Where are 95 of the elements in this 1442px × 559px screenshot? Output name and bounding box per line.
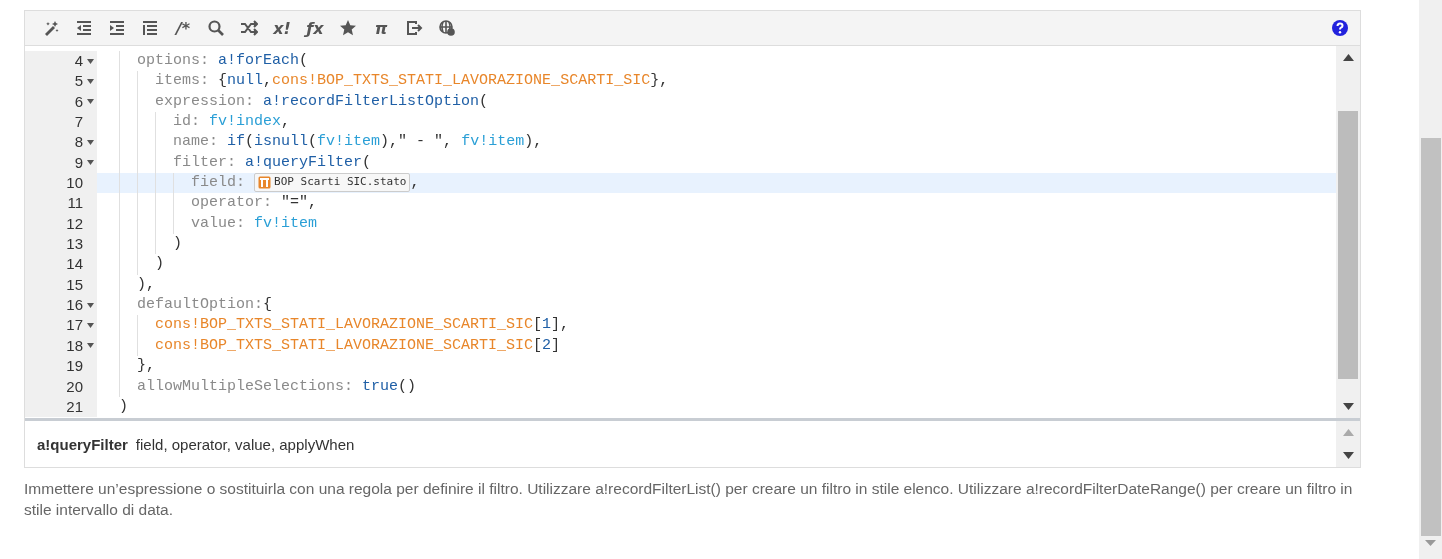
code-token: cons!BOP_TXTS_STATI_LAVORAZIONE_SCARTI_SIC [154,336,534,354]
scroll-down-icon[interactable] [1342,403,1354,410]
line-number: 14 [66,254,83,275]
fold-caret-icon[interactable] [86,99,94,105]
code-token: a!forEach [218,52,300,69]
line-number: 15 [66,274,83,295]
code-token: ] [551,336,561,354]
code-token: }, [650,72,669,90]
code-token: ( [308,133,318,151]
code-token: ) [118,397,128,415]
toolbar-button[interactable]: π [365,13,397,43]
code-token: if [227,133,246,151]
code-token: fv!item [461,133,525,151]
code-token: items: [154,72,210,90]
code-token: 2 [542,336,552,354]
fold-caret-icon[interactable] [86,302,94,308]
toolbar-button[interactable]: ƒx [299,13,331,43]
code-token: , [263,72,273,90]
code-token: 1 [542,316,552,334]
line-number: 10 [66,173,83,194]
help-icon[interactable] [1332,20,1349,36]
code-token: ], [551,316,570,334]
line-number: 11 [67,193,83,214]
fold-caret-icon[interactable] [86,323,94,329]
record-field-chip[interactable]: BOP Scarti SIC.stato [254,173,411,193]
code-token: true [362,377,399,395]
code-token: fv!item [254,214,318,232]
code-token: fv!item [317,133,381,151]
fold-caret-icon[interactable] [86,140,94,146]
table-icon [258,176,272,190]
help-text: Immettere un’espressione o sostituirla con una regola per definire il filtro. Utilizzare a!recordFilterList() per creare un filtro in stile elenco. Utilizzare a!recordFilterDateRange() per creare un filtro in stile intervallo di data. [24,479,1354,520]
code-token: options: [136,52,211,69]
code-token: operator: [190,194,273,212]
code-token: , [281,113,291,131]
code-token: cons!BOP_TXTS_STATI_LAVORAZIONE_SCARTI_SIC [272,72,651,90]
fold-caret-icon[interactable] [86,343,94,349]
scroll-up-icon[interactable] [1342,54,1354,61]
line-number: 21 [66,396,83,417]
line-number: 20 [66,376,83,397]
line-number: 7 [74,112,83,133]
code-token: , [410,174,420,192]
code-token: id: [172,113,202,131]
line-number: 5 [74,71,83,92]
fold-caret-icon[interactable] [86,160,94,166]
code-token: ( [479,92,489,110]
code-token: isnull [254,133,309,151]
code-token: ( [245,133,255,151]
code-token: }, [136,357,155,375]
code-token: a!recordFilterListOption [263,92,480,110]
code-token: { [263,296,273,314]
code-token: expression: [154,92,256,110]
toolbar-button[interactable]: x! [266,13,298,43]
line-number: 17 [66,315,83,336]
scroll-down-icon[interactable] [1342,452,1354,459]
code-token: ), [136,275,155,293]
code-token: cons!BOP_TXTS_STATI_LAVORAZIONE_SCARTI_SIC [154,316,534,334]
chip-label: BOP Scarti SIC.stato [274,174,407,191]
scrollbar-thumb[interactable] [1420,138,1441,536]
code-token: [ [533,336,543,354]
line-number: 18 [66,335,83,356]
code-token: allowMultipleSelections: [136,377,355,395]
line-number: 4 [74,51,83,71]
page-scrollbar[interactable] [1419,0,1442,559]
scrollbar[interactable] [1336,46,1361,418]
code-token: filter: [172,153,238,171]
code-token: ( [299,52,309,69]
toolbar-button[interactable]: /* [167,13,199,43]
fold-caret-icon[interactable] [86,58,94,64]
code-token: )," - ", [380,133,454,151]
line-number: 19 [66,356,83,377]
line-number: 9 [74,152,83,173]
line-number: 16 [66,295,83,316]
code-token: field: [190,174,247,192]
code-token: a!queryFilter [245,153,363,171]
code-token: [ [533,316,543,334]
line-number: 6 [74,91,83,112]
code-token: value: [190,214,247,232]
function-name: a!queryFilter [37,435,128,453]
fold-caret-icon[interactable] [86,79,94,84]
code-token: ( [362,153,372,171]
code-token: ) [172,235,182,253]
code-token: ), [524,133,543,151]
code-token: { [217,72,228,90]
code-token: "=", [280,194,318,212]
code-token: ) [154,255,164,273]
code-token: null [227,72,264,90]
line-number: 12 [66,213,83,234]
code-token: () [398,377,417,395]
code-token: fv!index [209,113,282,131]
line-number: 13 [66,234,83,255]
line-number: 8 [74,132,83,153]
code-token: name: [172,133,220,151]
function-parameters: field, operator, value, applyWhen [135,435,355,453]
code-token: defaultOption: [136,296,264,314]
scrollbar-thumb[interactable] [1338,111,1359,379]
